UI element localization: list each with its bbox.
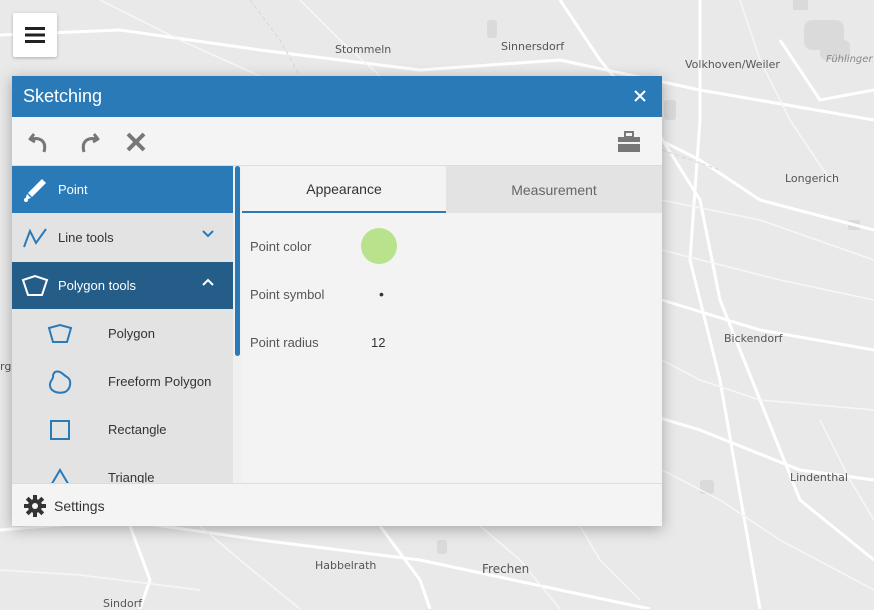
sketch-toolbar [12, 117, 662, 166]
redo-button[interactable] [76, 129, 102, 155]
point-symbol-row: Point symbol • [250, 270, 650, 318]
sidebar-item-freeform-polygon[interactable]: Freeform Polygon [12, 358, 233, 405]
pen-icon [24, 178, 46, 202]
sidebar-item-point[interactable]: Point [12, 166, 233, 213]
sidebar-item-label: Line tools [58, 230, 114, 245]
tab-appearance[interactable]: Appearance [242, 166, 446, 213]
undo-button[interactable] [26, 129, 52, 155]
properties-pane: Appearance Measurement Point color Point… [242, 166, 662, 483]
polyline-icon [23, 227, 47, 247]
sidebar-item-label: Polygon tools [58, 278, 137, 293]
map-label-longerich: Longerich [785, 172, 839, 185]
chevron-up-icon [202, 278, 214, 286]
sidebar-item-label: Rectangle [108, 422, 167, 437]
map-label-stommeln: Stommeln [335, 43, 392, 56]
panel-header: Sketching [12, 76, 662, 117]
close-button[interactable] [630, 86, 650, 106]
map-label-volkhoven-weiler: Volkhoven/Weiler [685, 58, 780, 71]
map-label-sinnersdorf: Sinnersdorf [501, 40, 565, 53]
point-symbol-label: Point symbol [250, 286, 325, 302]
sidebar-scrollbar[interactable] [235, 166, 240, 356]
map-label-partial: rg [0, 360, 12, 373]
toolbox-button[interactable] [616, 129, 642, 155]
undo-icon [28, 133, 47, 153]
sidebar-item-label: Freeform Polygon [108, 374, 212, 389]
point-radius-value[interactable]: 12 [371, 335, 385, 350]
redo-icon [81, 133, 100, 153]
sidebar-item-label: Triangle [108, 470, 155, 483]
point-color-label: Point color [250, 238, 312, 254]
sidebar-item-polygon-tools[interactable]: Polygon tools [12, 262, 233, 309]
close-icon [634, 90, 646, 102]
sidebar-item-label: Point [58, 182, 88, 197]
triangle-icon [50, 467, 70, 483]
freeform-polygon-icon [48, 370, 72, 394]
point-color-swatch[interactable] [361, 228, 397, 264]
property-tabs: Appearance Measurement [242, 166, 662, 213]
hamburger-menu-icon [25, 27, 45, 43]
point-radius-row: Point radius 12 [250, 318, 650, 366]
main-menu-button[interactable] [13, 13, 57, 57]
point-symbol-value[interactable]: • [379, 286, 384, 302]
polygon-icon [21, 274, 49, 296]
point-radius-label: Point radius [250, 334, 319, 350]
delete-icon [126, 132, 146, 152]
sidebar-item-triangle[interactable]: Triangle [12, 454, 233, 483]
map-label-bickendorf: Bickendorf [724, 332, 783, 345]
polygon-icon [47, 323, 73, 343]
point-color-row: Point color [250, 222, 650, 270]
delete-button[interactable] [123, 129, 149, 155]
settings-label: Settings [54, 497, 105, 514]
map-label-frechen: Frechen [482, 562, 530, 576]
sidebar-item-line-tools[interactable]: Line tools [12, 214, 233, 261]
tab-measurement[interactable]: Measurement [446, 166, 662, 213]
settings-button[interactable]: Settings [12, 483, 662, 526]
map-label-lindenthal: Lindenthal [790, 471, 848, 484]
toolbox-icon [618, 131, 640, 152]
map-label-habbelrath: Habbelrath [315, 559, 377, 572]
gear-icon [24, 494, 46, 517]
sketching-panel: Sketching Point Line tools Polygon tools… [12, 76, 662, 526]
rectangle-icon [50, 419, 70, 440]
chevron-down-icon [202, 230, 214, 238]
tool-sidebar: Point Line tools Polygon tools Polygon F… [12, 166, 233, 483]
sidebar-item-rectangle[interactable]: Rectangle [12, 406, 233, 453]
map-label-fuehlinger-see: Fühlinger See [826, 54, 874, 65]
sidebar-item-polygon[interactable]: Polygon [12, 310, 233, 357]
map-label-sindorf: Sindorf [103, 597, 143, 610]
sidebar-item-label: Polygon [108, 326, 155, 341]
panel-title: Sketching [23, 86, 103, 106]
